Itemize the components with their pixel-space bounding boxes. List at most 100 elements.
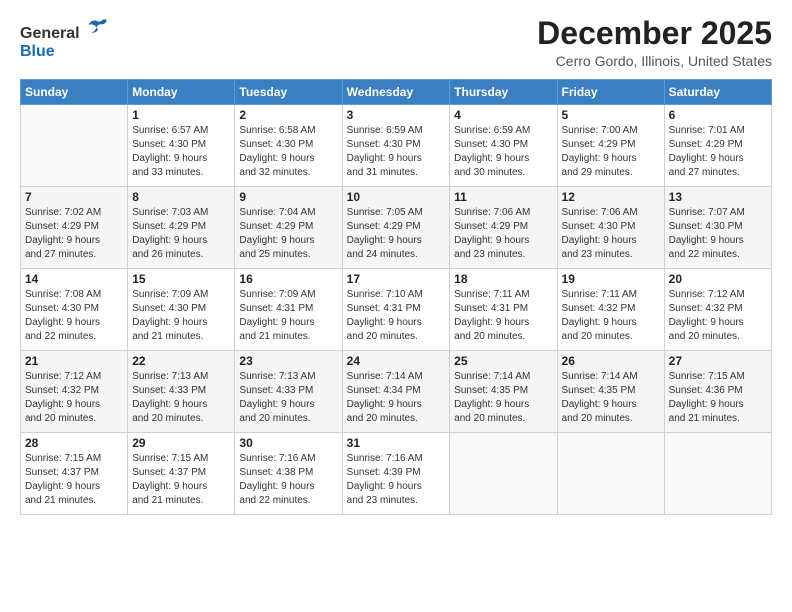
day-cell: 17Sunrise: 7:10 AM Sunset: 4:31 PM Dayli… — [342, 269, 450, 351]
day-info: Sunrise: 7:11 AM Sunset: 4:31 PM Dayligh… — [454, 288, 552, 344]
day-cell: 24 Sunrise: 7:14 AM Sunset: 4:34 PM Dayli… — [342, 351, 450, 433]
day-number: 26 — [562, 354, 660, 368]
day-cell: 27 Sunrise: 7:15 AM Sunset: 4:36 PM Dayli… — [664, 351, 771, 433]
day-cell: 12 Sunrise: 7:06 AM Sunset: 4:30 PM Dayli… — [557, 187, 664, 269]
day-cell: 13 Sunrise: 7:07 AM Sunset: 4:30 PM Dayli… — [664, 187, 771, 269]
col-header-friday: Friday — [557, 80, 664, 105]
week-row-2: 7 Sunrise: 7:02 AM Sunset: 4:29 PM Daylig… — [21, 187, 772, 269]
day-info: Sunrise: 7:14 AM Sunset: 4:35 PM Dayligh… — [562, 370, 660, 426]
day-number: 23 — [239, 354, 337, 368]
day-cell: 15 Sunrise: 7:09 AM Sunset: 4:30 PM Dayli… — [128, 269, 235, 351]
day-info: Sunrise: 6:59 AM Sunset: 4:30 PM Dayligh… — [347, 124, 446, 180]
header-row: SundayMondayTuesdayWednesdayThursdayFrid… — [21, 80, 772, 105]
day-number: 4 — [454, 108, 552, 122]
day-info: Sunrise: 7:13 AM Sunset: 4:33 PM Dayligh… — [239, 370, 337, 426]
day-cell: 18 Sunrise: 7:11 AM Sunset: 4:31 PM Dayli… — [450, 269, 557, 351]
day-number: 21 — [25, 354, 123, 368]
day-number: 13 — [669, 190, 767, 204]
day-number: 29 — [132, 436, 230, 450]
day-info: Sunrise: 7:09 AM Sunset: 4:30 PM Dayligh… — [132, 288, 230, 344]
day-info: Sunrise: 7:02 AM Sunset: 4:29 PM Dayligh… — [25, 206, 123, 262]
week-row-3: 14 Sunrise: 7:08 AM Sunset: 4:30 PM Dayli… — [21, 269, 772, 351]
day-cell: 6Sunrise: 7:01 AM Sunset: 4:29 PM Daylig… — [664, 105, 771, 187]
week-row-5: 28 Sunrise: 7:15 AM Sunset: 4:37 PM Dayli… — [21, 433, 772, 515]
day-info: Sunrise: 7:05 AM Sunset: 4:29 PM Dayligh… — [347, 206, 446, 262]
day-info: Sunrise: 7:14 AM Sunset: 4:35 PM Dayligh… — [454, 370, 552, 426]
page: General Blue December 2025 Cerro Gordo, … — [0, 0, 792, 612]
day-number: 31 — [347, 436, 446, 450]
day-info: Sunrise: 7:15 AM Sunset: 4:36 PM Dayligh… — [669, 370, 767, 426]
day-cell: 9 Sunrise: 7:04 AM Sunset: 4:29 PM Daylig… — [235, 187, 342, 269]
day-cell: 5 Sunrise: 7:00 AM Sunset: 4:29 PM Daylig… — [557, 105, 664, 187]
day-info: Sunrise: 7:00 AM Sunset: 4:29 PM Dayligh… — [562, 124, 660, 180]
month-title: December 2025 — [537, 16, 772, 51]
header: General Blue December 2025 Cerro Gordo, … — [20, 16, 772, 69]
day-number: 24 — [347, 354, 446, 368]
day-cell: 29 Sunrise: 7:15 AM Sunset: 4:37 PM Dayli… — [128, 433, 235, 515]
day-info: Sunrise: 7:04 AM Sunset: 4:29 PM Dayligh… — [239, 206, 337, 262]
calendar-header: SundayMondayTuesdayWednesdayThursdayFrid… — [21, 80, 772, 105]
col-header-tuesday: Tuesday — [235, 80, 342, 105]
subtitle: Cerro Gordo, Illinois, United States — [537, 53, 772, 69]
day-cell: 20Sunrise: 7:12 AM Sunset: 4:32 PM Dayli… — [664, 269, 771, 351]
day-number: 2 — [239, 108, 337, 122]
day-number: 19 — [562, 272, 660, 286]
day-number: 28 — [25, 436, 123, 450]
day-number: 14 — [25, 272, 123, 286]
day-cell: 11Sunrise: 7:06 AM Sunset: 4:29 PM Dayli… — [450, 187, 557, 269]
day-number: 15 — [132, 272, 230, 286]
day-number: 3 — [347, 108, 446, 122]
day-number: 18 — [454, 272, 552, 286]
day-cell: 28Sunrise: 7:15 AM Sunset: 4:37 PM Dayli… — [21, 433, 128, 515]
day-cell — [21, 105, 128, 187]
col-header-saturday: Saturday — [664, 80, 771, 105]
day-info: Sunrise: 7:14 AM Sunset: 4:34 PM Dayligh… — [347, 370, 446, 426]
col-header-monday: Monday — [128, 80, 235, 105]
week-row-4: 21 Sunrise: 7:12 AM Sunset: 4:32 PM Dayli… — [21, 351, 772, 433]
title-area: December 2025 Cerro Gordo, Illinois, Uni… — [537, 16, 772, 69]
day-number: 16 — [239, 272, 337, 286]
day-info: Sunrise: 7:01 AM Sunset: 4:29 PM Dayligh… — [669, 124, 767, 180]
day-cell: 16Sunrise: 7:09 AM Sunset: 4:31 PM Dayli… — [235, 269, 342, 351]
day-info: Sunrise: 7:06 AM Sunset: 4:30 PM Dayligh… — [562, 206, 660, 262]
day-cell: 3 Sunrise: 6:59 AM Sunset: 4:30 PM Daylig… — [342, 105, 450, 187]
day-cell: 14 Sunrise: 7:08 AM Sunset: 4:30 PM Dayli… — [21, 269, 128, 351]
day-number: 30 — [239, 436, 337, 450]
col-header-sunday: Sunday — [21, 80, 128, 105]
day-cell: 8Sunrise: 7:03 AM Sunset: 4:29 PM Daylig… — [128, 187, 235, 269]
day-cell: 7 Sunrise: 7:02 AM Sunset: 4:29 PM Daylig… — [21, 187, 128, 269]
day-info: Sunrise: 7:11 AM Sunset: 4:32 PM Dayligh… — [562, 288, 660, 344]
logo-blue-line: Blue — [20, 43, 109, 61]
day-info: Sunrise: 7:16 AM Sunset: 4:39 PM Dayligh… — [347, 452, 446, 508]
day-number: 17 — [347, 272, 446, 286]
day-cell: 19 Sunrise: 7:11 AM Sunset: 4:32 PM Dayli… — [557, 269, 664, 351]
day-cell — [557, 433, 664, 515]
day-cell: 21 Sunrise: 7:12 AM Sunset: 4:32 PM Dayli… — [21, 351, 128, 433]
day-cell: 10 Sunrise: 7:05 AM Sunset: 4:29 PM Dayli… — [342, 187, 450, 269]
day-number: 5 — [562, 108, 660, 122]
day-cell: 23 Sunrise: 7:13 AM Sunset: 4:33 PM Dayli… — [235, 351, 342, 433]
day-number: 10 — [347, 190, 446, 204]
day-info: Sunrise: 7:12 AM Sunset: 4:32 PM Dayligh… — [25, 370, 123, 426]
day-info: Sunrise: 7:03 AM Sunset: 4:29 PM Dayligh… — [132, 206, 230, 262]
day-number: 1 — [132, 108, 230, 122]
calendar-table: SundayMondayTuesdayWednesdayThursdayFrid… — [20, 79, 772, 515]
day-cell: 25Sunrise: 7:14 AM Sunset: 4:35 PM Dayli… — [450, 351, 557, 433]
day-info: Sunrise: 7:07 AM Sunset: 4:30 PM Dayligh… — [669, 206, 767, 262]
day-cell: 26 Sunrise: 7:14 AM Sunset: 4:35 PM Dayli… — [557, 351, 664, 433]
day-info: Sunrise: 7:15 AM Sunset: 4:37 PM Dayligh… — [132, 452, 230, 508]
day-number: 27 — [669, 354, 767, 368]
logo-text: General Blue — [20, 16, 109, 60]
day-number: 22 — [132, 354, 230, 368]
day-cell: 22Sunrise: 7:13 AM Sunset: 4:33 PM Dayli… — [128, 351, 235, 433]
day-number: 9 — [239, 190, 337, 204]
calendar-body: 1Sunrise: 6:57 AM Sunset: 4:30 PM Daylig… — [21, 105, 772, 515]
day-info: Sunrise: 7:08 AM Sunset: 4:30 PM Dayligh… — [25, 288, 123, 344]
day-number: 7 — [25, 190, 123, 204]
day-cell: 2Sunrise: 6:58 AM Sunset: 4:30 PM Daylig… — [235, 105, 342, 187]
day-number: 12 — [562, 190, 660, 204]
day-info: Sunrise: 6:59 AM Sunset: 4:30 PM Dayligh… — [454, 124, 552, 180]
day-number: 20 — [669, 272, 767, 286]
logo-line: General — [20, 16, 109, 43]
day-info: Sunrise: 7:16 AM Sunset: 4:38 PM Dayligh… — [239, 452, 337, 508]
